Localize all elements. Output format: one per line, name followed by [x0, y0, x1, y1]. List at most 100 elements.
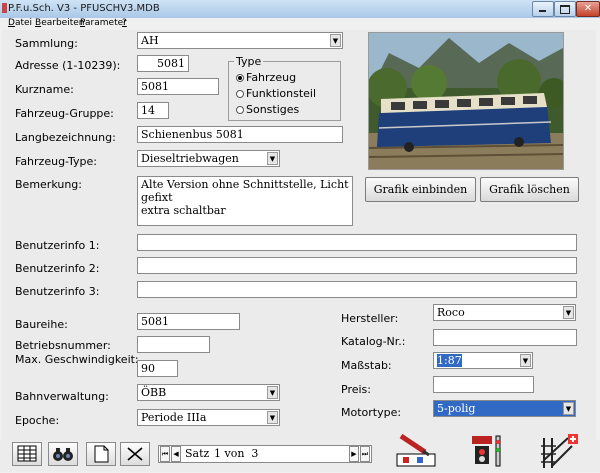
chevron-down-icon[interactable]: ▼ [267, 152, 278, 165]
baureihe-field[interactable]: 5081 [137, 313, 240, 330]
baureihe-label: Baureihe: [15, 318, 68, 331]
betriebsnummer-label: Betriebsnummer: [15, 339, 111, 352]
radio-sonstiges-label: Sonstiges [246, 103, 300, 116]
menu-bar: Datei Bearbeiten Parameter ? [0, 18, 600, 30]
katalog-label: Katalog-Nr.: [341, 335, 406, 348]
benutzer3-field[interactable] [137, 281, 577, 298]
grafik-loeschen-button[interactable]: Grafik löschen [480, 177, 579, 202]
grafik-einbinden-button[interactable]: Grafik einbinden [365, 177, 476, 202]
hersteller-value: Roco [437, 306, 465, 319]
last-record-button[interactable]: ⏭ [360, 446, 370, 462]
menu-bearbeiten[interactable]: Bearbeiten [35, 18, 84, 28]
benutzer1-label: Benutzerinfo 1: [15, 239, 100, 252]
sammlung-value: AH [141, 34, 159, 47]
chevron-down-icon[interactable]: ▼ [267, 411, 278, 424]
vehicle-photo [368, 32, 564, 170]
benutzer3-label: Benutzerinfo 3: [15, 285, 100, 298]
table-view-button[interactable] [12, 442, 42, 466]
betriebsnummer-field[interactable] [137, 336, 210, 353]
new-document-icon [94, 445, 109, 463]
radio-button-selected[interactable] [236, 74, 244, 82]
hersteller-label: Hersteller: [341, 312, 399, 325]
loco-edit-button[interactable] [395, 432, 439, 470]
hersteller-combo[interactable]: Roco ▼ [433, 304, 576, 321]
massstab-value: 1:87 [437, 354, 462, 367]
bottom-toolbar: ⏮ ◀ Satz 1 von 3 ▶ ⏭ [0, 433, 600, 472]
track-switch-icon [541, 434, 578, 468]
langbezeichnung-field[interactable]: Schienenbus 5081 [137, 126, 343, 143]
benutzer1-field[interactable] [137, 234, 577, 251]
preis-field[interactable] [433, 376, 534, 393]
bahnverwaltung-combo[interactable]: ÖBB ▼ [137, 384, 280, 401]
radio-button[interactable] [236, 106, 244, 114]
signal-icon [472, 435, 501, 467]
fahrzeugtype-label: Fahrzeug-Type: [15, 155, 97, 168]
chevron-down-icon[interactable]: ▼ [520, 354, 531, 367]
radio-funktionsteil-label: Funktionsteil [246, 87, 317, 100]
chevron-down-icon[interactable]: ▼ [267, 386, 278, 399]
binoculars-icon [53, 448, 73, 461]
record-label: Satz [185, 447, 210, 460]
motortype-combo[interactable]: 5-polig ▼ [433, 400, 576, 417]
bemerkung-line-1: Alte Version ohne Schnittstelle, Licht g… [141, 178, 349, 204]
delete-record-button[interactable] [120, 442, 150, 466]
window-title: P.F.u.Sch. V3 - PFUSCHV3.MDB [8, 3, 160, 14]
massstab-combo[interactable]: 1:87 ▼ [433, 352, 533, 369]
kurzname-field[interactable]: 5081 [137, 78, 219, 95]
kurzname-label: Kurzname: [15, 83, 74, 96]
radio-button[interactable] [236, 90, 244, 98]
minimize-button[interactable] [532, 1, 554, 17]
close-icon: ✕ [583, 3, 593, 14]
railbus-image [369, 33, 563, 169]
menu-parameter[interactable]: Parameter [80, 18, 127, 28]
benutzer2-label: Benutzerinfo 2: [15, 262, 100, 275]
fahrzeugtype-value: Dieseltriebwagen [141, 152, 239, 165]
track-switch-button[interactable] [538, 432, 582, 470]
type-group-label: Type [234, 55, 264, 68]
menu-help[interactable]: ? [122, 18, 127, 28]
chevron-down-icon[interactable]: ▼ [330, 34, 341, 47]
close-button[interactable]: ✕ [576, 1, 600, 17]
epoche-combo[interactable]: Periode IIIa ▼ [137, 409, 280, 426]
motortype-value: 5-polig [437, 402, 476, 415]
chevron-down-icon[interactable]: ▼ [563, 306, 574, 319]
benutzer2-field[interactable] [137, 257, 577, 274]
record-navigator: ⏮ ◀ Satz 1 von 3 ▶ ⏭ [158, 445, 372, 463]
epoche-value: Periode IIIa [141, 411, 207, 424]
adresse-field[interactable]: 5081 [137, 55, 189, 72]
maximize-icon [560, 5, 570, 14]
table-icon [17, 445, 37, 462]
bemerkung-line-2: extra schaltbar [141, 204, 226, 217]
adresse-label: Adresse (1-10239): [15, 59, 121, 72]
prev-record-button[interactable]: ◀ [171, 446, 181, 462]
delete-x-icon [127, 447, 143, 461]
bemerkung-textarea[interactable]: Alte Version ohne Schnittstelle, Licht g… [137, 176, 353, 226]
new-record-button[interactable] [86, 442, 116, 466]
record-position: 1 von 3 [214, 447, 259, 460]
chevron-down-icon[interactable]: ▼ [563, 402, 574, 415]
katalog-field[interactable] [433, 329, 577, 346]
bahnverwaltung-value: ÖBB [141, 386, 167, 399]
geschwindigkeit-field[interactable]: 90 [137, 360, 178, 377]
gruppe-label: Fahrzeug-Gruppe: [15, 107, 114, 120]
sammlung-combo[interactable]: AH ▼ [137, 32, 343, 49]
next-record-button[interactable]: ▶ [349, 446, 359, 462]
maximize-button[interactable] [554, 1, 576, 17]
first-record-button[interactable]: ⏮ [160, 446, 170, 462]
loco-edit-icon [396, 433, 436, 467]
title-bar: P.F.u.Sch. V3 - PFUSCHV3.MDB ✕ [0, 0, 600, 19]
epoche-label: Epoche: [15, 414, 60, 427]
minimize-icon [539, 10, 546, 12]
app-icon [2, 3, 7, 13]
radio-fahrzeug-label: Fahrzeug [246, 71, 297, 84]
gruppe-field[interactable]: 14 [137, 102, 169, 119]
signal-button[interactable] [470, 432, 514, 470]
fahrzeugtype-combo[interactable]: Dieseltriebwagen ▼ [137, 150, 280, 167]
menu-datei[interactable]: Datei [8, 18, 32, 28]
motortype-label: Motortype: [341, 406, 402, 419]
preis-label: Preis: [341, 383, 371, 396]
bahnverwaltung-label: Bahnverwaltung: [15, 390, 109, 403]
massstab-label: Maßstab: [341, 359, 392, 372]
search-button[interactable] [48, 442, 78, 466]
sammlung-label: Sammlung: [15, 37, 78, 50]
